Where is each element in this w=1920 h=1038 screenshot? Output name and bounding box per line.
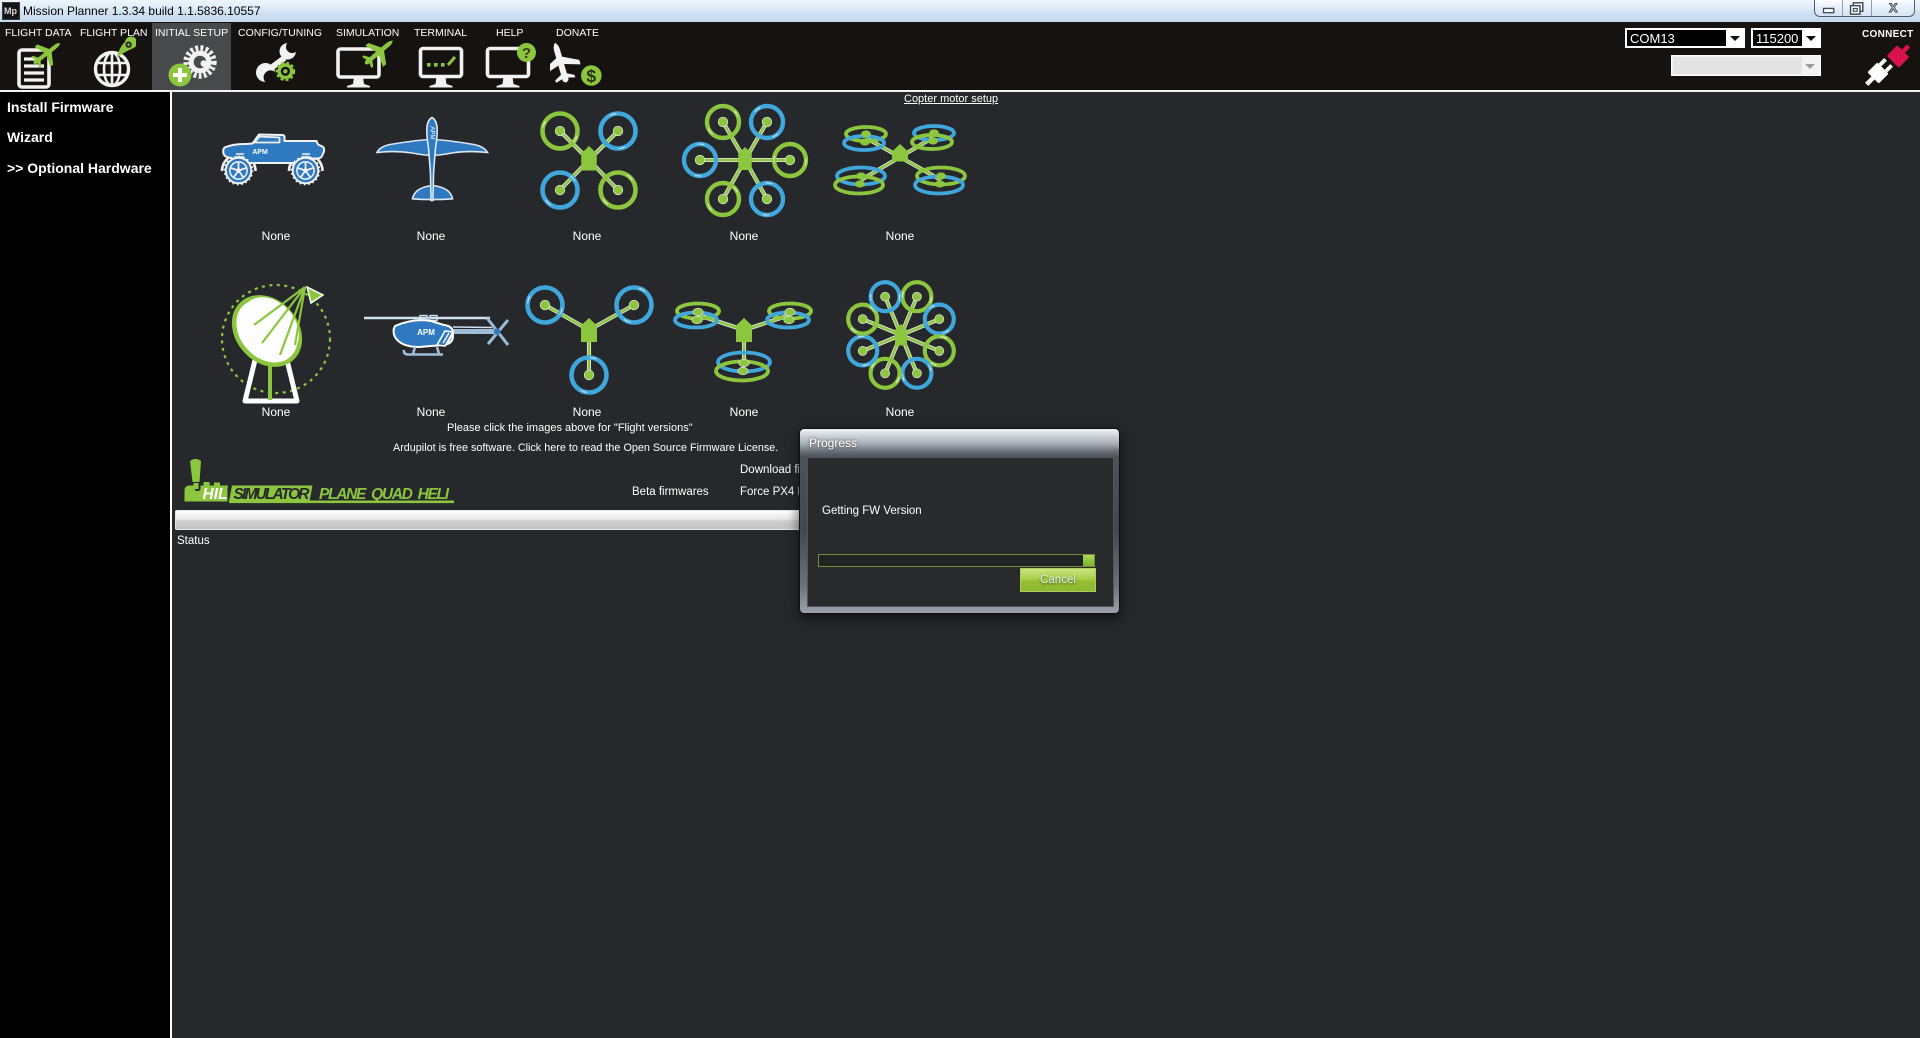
- svg-text:$: $: [586, 66, 596, 86]
- svg-text:?: ?: [522, 45, 531, 62]
- svg-text:HIL: HIL: [203, 486, 228, 503]
- svg-text:APM: APM: [252, 149, 268, 156]
- svg-text:SIMULATOR: SIMULATOR: [234, 486, 311, 503]
- svg-text:X: X: [1889, 1, 1898, 15]
- svg-text:PLANE QUAD HELI: PLANE QUAD HELI: [319, 486, 450, 503]
- svg-text:APM: APM: [417, 328, 435, 337]
- svg-text:APM: APM: [428, 126, 435, 139]
